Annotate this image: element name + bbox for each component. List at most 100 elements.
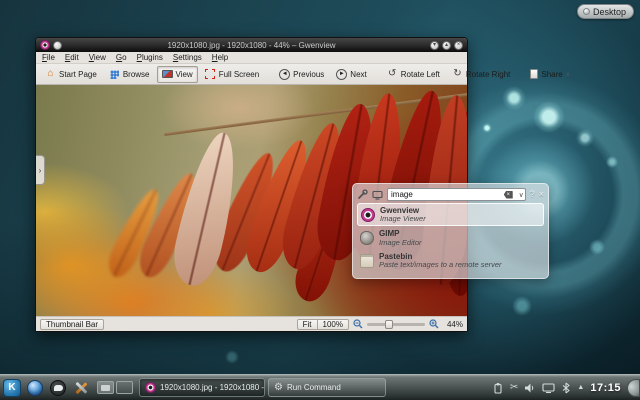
next-button[interactable]: ► Next [331,66,371,83]
device-notifier-icon[interactable] [542,382,555,394]
menu-view[interactable]: View [89,53,106,62]
globe-icon [27,380,43,396]
zoom-fit-button[interactable]: Fit [297,319,318,330]
browse-label: Browse [123,70,150,79]
system-tray: ✂ ▲ 17:15 [492,379,638,397]
taskbar-item-gwenview[interactable]: 1920x1080.jpg - 1920x1080 - 44% – G... [139,378,265,397]
statusbar: Thumbnail Bar Fit 100% 44% [36,316,467,331]
zoom-in-icon[interactable] [429,319,439,329]
kmenu-button[interactable]: K [2,378,22,398]
taskbar-panel: K 1920x1080.jpg - 1920x1080 - 44% – G...… [0,374,640,400]
close-button[interactable]: × [454,41,463,50]
panel-cashew-icon[interactable] [627,379,640,397]
pastebin-icon [360,254,374,268]
desktop: Desktop 1920x1080.jpg - 1920x1080 - 44% … [0,0,640,400]
menubar: File Edit View Go Plugins Settings Help [36,52,467,64]
browse-button[interactable]: Browse [104,66,155,83]
share-dropdown-icon: ∨ [566,71,570,78]
start-page-label: Start Page [59,70,97,79]
menu-file[interactable]: File [42,53,55,62]
rotate-right-button[interactable]: ↻ Rotate Right [447,66,515,83]
gear-icon: ⚙ [274,383,283,393]
klipper-scissors-icon[interactable]: ✂ [510,383,518,393]
clipboard-tray-icon[interactable] [492,382,504,394]
gwenview-app-icon[interactable] [40,40,50,50]
chat-icon [50,380,66,396]
keep-above-button[interactable] [53,41,62,50]
toolbar: ⌂ Start Page Browse View Full Screen ◄ P… [36,64,467,85]
result-subtitle: Paste text/images to a remote server [379,261,502,269]
krunner-dialog: × ∨ ? × Gwenview Image Viewer GIMP Image… [352,183,549,279]
chevron-right-icon: › [39,166,42,175]
result-subtitle: Image Viewer [380,215,426,223]
share-button[interactable]: Share ∨ [525,66,575,82]
browse-grid-icon [109,69,120,80]
messenger-launcher[interactable] [48,378,68,398]
zoom-slider-handle[interactable] [385,320,393,329]
view-button[interactable]: View [157,66,198,83]
previous-button[interactable]: ◄ Previous [274,66,329,83]
result-subtitle: Image Editor [379,239,422,247]
gimp-icon [360,231,374,245]
rotate-left-label: Rotate Left [401,70,440,79]
zoom-slider[interactable] [367,323,425,326]
maximize-button[interactable]: ▴ [442,41,451,50]
gwenview-icon [361,208,375,222]
task-label: 1920x1080.jpg - 1920x1080 - 44% – G... [160,383,265,392]
menu-go[interactable]: Go [116,53,127,62]
browser-launcher[interactable] [25,378,45,398]
virtual-desktop-pager [97,381,133,394]
thumbnail-bar-button[interactable]: Thumbnail Bar [40,319,104,330]
task-view-icon[interactable] [372,190,383,200]
full-screen-button[interactable]: Full Screen [200,66,264,83]
rotate-right-icon: ↻ [452,69,463,80]
zoom-level-value: 44% [443,320,463,329]
pager-desktop-2[interactable] [116,381,133,394]
taskbar-item-run-command[interactable]: ⚙ Run Command [268,378,386,397]
rotate-left-button[interactable]: ↺ Rotate Left [382,66,445,83]
view-label: View [176,70,193,79]
next-icon: ► [336,69,347,80]
close-icon: × [457,42,461,48]
menu-edit[interactable]: Edit [65,53,79,62]
history-dropdown-icon[interactable]: ∨ [519,191,524,199]
sidebar-expand-handle[interactable]: › [36,155,45,185]
krunner-close-button[interactable]: × [539,190,544,199]
share-icon [530,69,538,79]
crossed-tools-icon [73,380,89,396]
desktop-toolbox-button[interactable]: Desktop [577,4,634,19]
minimize-button[interactable]: ▾ [430,41,439,50]
bluetooth-icon[interactable] [561,382,571,394]
menu-plugins[interactable]: Plugins [137,53,163,62]
start-page-button[interactable]: ⌂ Start Page [40,66,102,83]
krunner-help-button[interactable]: ? [530,190,535,199]
result-pastebin[interactable]: Pastebin Paste text/images to a remote s… [357,250,544,271]
system-settings-launcher[interactable] [71,378,91,398]
volume-icon[interactable] [524,382,536,394]
zoom-out-icon[interactable] [353,319,363,329]
previous-label: Previous [293,70,324,79]
clock[interactable]: 17:15 [590,382,621,394]
minimize-icon: ▾ [433,42,436,48]
result-gimp[interactable]: GIMP Image Editor [357,227,544,248]
share-label: Share [541,70,562,79]
menu-settings[interactable]: Settings [173,53,202,62]
home-icon: ⌂ [45,69,56,80]
tray-expander-icon[interactable]: ▲ [577,384,584,391]
previous-icon: ◄ [279,69,290,80]
view-image-icon [162,69,173,80]
desktop-toolbox-label: Desktop [593,7,626,17]
gwenview-task-icon [145,382,156,393]
full-screen-label: Full Screen [219,70,259,79]
configure-wrench-icon[interactable] [357,189,368,200]
titlebar[interactable]: 1920x1080.jpg - 1920x1080 - 44% – Gwenvi… [36,38,467,52]
next-label: Next [350,70,366,79]
rotate-left-icon: ↺ [387,69,398,80]
fullscreen-icon [205,69,216,80]
zoom-100-button[interactable]: 100% [318,319,349,330]
pager-desktop-1[interactable] [97,381,114,394]
menu-help[interactable]: Help [212,53,228,62]
result-gwenview[interactable]: Gwenview Image Viewer [357,203,544,226]
task-label: Run Command [287,383,341,392]
plasma-cashew-icon [583,8,590,15]
